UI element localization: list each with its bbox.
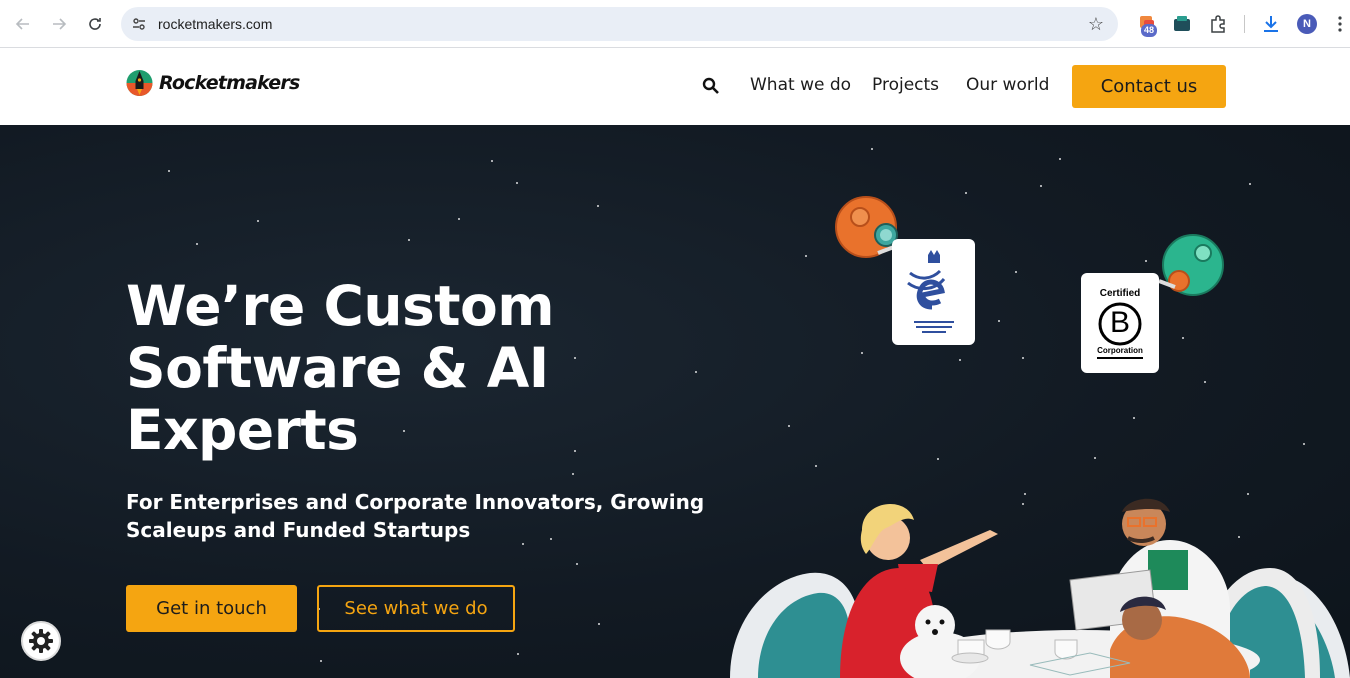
bcorp-corporation-label: Corporation <box>1097 346 1143 355</box>
address-bar[interactable]: rocketmakers.com ☆ <box>121 7 1118 41</box>
cookie-settings-button[interactable] <box>21 621 61 661</box>
hero-title-line: Experts <box>126 398 359 462</box>
star <box>1094 457 1096 459</box>
bookmark-star-icon[interactable]: ☆ <box>1088 14 1104 35</box>
brand-logo[interactable]: Rocketmakers <box>126 68 300 97</box>
star <box>1303 443 1305 445</box>
star <box>965 192 967 194</box>
star <box>597 205 599 207</box>
arrow-right-icon <box>53 18 67 30</box>
hero-title: We’re Custom Software & AI Experts <box>126 275 686 461</box>
brand-name: Rocketmakers <box>159 71 300 94</box>
star <box>1059 158 1061 160</box>
star <box>1145 260 1147 262</box>
star <box>861 352 863 354</box>
hero-subtitle: For Enterprises and Corporate Innovators… <box>126 490 705 542</box>
star <box>1249 183 1251 185</box>
star <box>516 182 518 184</box>
star <box>257 220 259 222</box>
queens-award-emblem <box>907 250 954 333</box>
star <box>805 255 807 257</box>
extension-badge: 48 <box>1141 24 1158 37</box>
more-menu-icon[interactable] <box>1334 13 1346 35</box>
toolbar-divider <box>1244 15 1245 33</box>
star <box>937 458 939 460</box>
star <box>1204 381 1206 383</box>
back-button[interactable] <box>11 12 35 36</box>
arrow-left-icon <box>15 18 29 30</box>
nav-what-we-do[interactable]: What we do <box>750 75 851 95</box>
star <box>408 239 410 241</box>
reload-icon <box>89 18 101 30</box>
star <box>1040 185 1042 187</box>
rocket-logo-icon <box>126 70 153 96</box>
browser-toolbar: rocketmakers.com ☆ 48 N <box>0 0 1350 48</box>
star <box>572 473 574 475</box>
search-icon[interactable] <box>702 77 720 95</box>
star <box>458 218 460 220</box>
star <box>1182 337 1184 339</box>
bcorp-underline <box>1097 357 1143 359</box>
queens-award-badge <box>892 239 975 345</box>
star <box>320 660 322 662</box>
profile-avatar[interactable]: N <box>1297 14 1317 34</box>
bcorp-badge: Certified B Corporation <box>1081 273 1159 373</box>
see-what-we-do-button[interactable]: See what we do <box>317 585 515 632</box>
bcorp-certified-label: Certified <box>1099 288 1141 299</box>
star <box>1022 357 1024 359</box>
green-robot-illustration <box>1158 234 1224 296</box>
star <box>1133 417 1135 419</box>
hero-title-line: We’re Custom <box>126 274 555 338</box>
team-illustration <box>730 498 1350 678</box>
puzzle-extensions-icon[interactable] <box>1207 13 1229 35</box>
forward-button[interactable] <box>47 12 71 36</box>
download-icon[interactable] <box>1260 13 1282 35</box>
wallet-extension-icon[interactable] <box>1171 13 1193 35</box>
site-settings-icon[interactable] <box>131 16 147 32</box>
reload-button[interactable] <box>83 12 107 36</box>
url-text[interactable]: rocketmakers.com <box>158 16 272 32</box>
star <box>491 160 493 162</box>
star <box>1015 271 1017 273</box>
nav-our-world[interactable]: Our world <box>966 75 1049 95</box>
star <box>196 243 198 245</box>
nav-projects[interactable]: Projects <box>872 75 939 95</box>
star <box>517 653 519 655</box>
star <box>598 623 600 625</box>
star <box>871 148 873 150</box>
site-header: Rocketmakers What we do Projects Our wor… <box>0 48 1350 125</box>
star <box>815 465 817 467</box>
contact-us-button[interactable]: Contact us <box>1072 65 1226 108</box>
star <box>576 563 578 565</box>
gear-icon <box>29 629 53 653</box>
star <box>998 320 1000 322</box>
get-in-touch-button[interactable]: Get in touch <box>126 585 297 632</box>
hero-title-line: Software & AI <box>126 336 549 400</box>
bcorp-letter: B <box>1109 306 1130 339</box>
star <box>788 425 790 427</box>
star <box>959 359 961 361</box>
star <box>168 170 170 172</box>
star <box>695 371 697 373</box>
hero-section: We’re Custom Software & AI Experts For E… <box>0 125 1350 678</box>
